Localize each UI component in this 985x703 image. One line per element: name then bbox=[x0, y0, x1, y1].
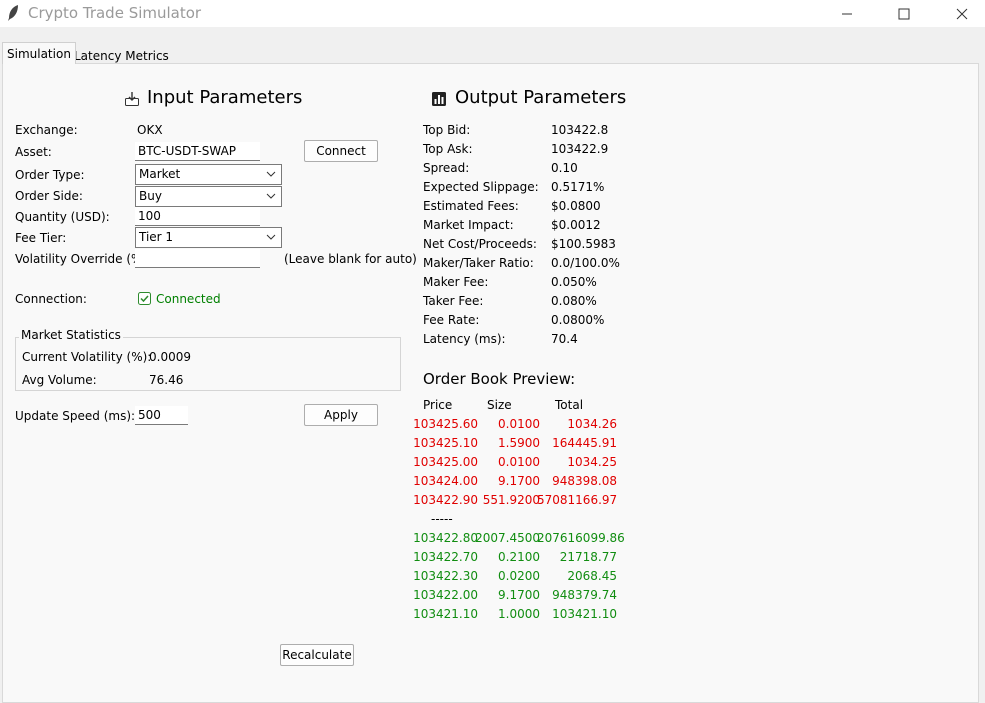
output-label: Fee Rate: bbox=[423, 313, 480, 327]
quantity-label: Quantity (USD): bbox=[15, 210, 110, 224]
chevron-down-icon bbox=[266, 171, 276, 177]
output-value: $0.0800 bbox=[551, 199, 601, 213]
check-icon bbox=[138, 292, 151, 305]
minimize-button[interactable] bbox=[818, 0, 876, 27]
asset-input[interactable]: BTC-USDT-SWAP bbox=[135, 142, 260, 161]
close-button[interactable] bbox=[933, 0, 985, 27]
order-side-label: Order Side: bbox=[15, 189, 83, 203]
output-value: 103422.9 bbox=[551, 142, 609, 156]
maximize-icon bbox=[898, 8, 910, 19]
inbox-tray-icon bbox=[125, 92, 139, 106]
title-bar: Crypto Trade Simulator bbox=[0, 0, 985, 27]
order-type-value: Market bbox=[139, 167, 181, 181]
exchange-value: OKX bbox=[137, 123, 163, 137]
window-title: Crypto Trade Simulator bbox=[28, 4, 202, 22]
order-book-size: 0.0100 bbox=[498, 455, 540, 469]
order-book-total: 1034.25 bbox=[567, 455, 617, 469]
order-book-total-header: Total bbox=[555, 398, 584, 412]
feather-icon bbox=[8, 5, 18, 21]
order-book-size: 9.1700 bbox=[498, 588, 540, 602]
order-book-total: 948398.08 bbox=[552, 474, 617, 488]
output-label: Expected Slippage: bbox=[423, 180, 539, 194]
order-book-total: 2068.45 bbox=[567, 569, 617, 583]
connection-status: Connected bbox=[156, 292, 221, 306]
order-book-size: 1.5900 bbox=[498, 436, 540, 450]
tab-bar: Simulation Latency Metrics bbox=[0, 38, 985, 64]
fee-tier-label: Fee Tier: bbox=[15, 231, 67, 245]
output-value: 0.10 bbox=[551, 161, 578, 175]
output-value: 0.5171% bbox=[551, 180, 605, 194]
output-value: 0.0/100.0% bbox=[551, 256, 620, 270]
order-book-price-header: Price bbox=[423, 398, 453, 412]
output-label: Taker Fee: bbox=[423, 294, 484, 308]
output-label: Spread: bbox=[423, 161, 470, 175]
output-value: 0.0800% bbox=[551, 313, 605, 327]
output-value: $100.5983 bbox=[551, 237, 616, 251]
bar-chart-icon bbox=[432, 92, 446, 106]
quantity-input[interactable]: 100 bbox=[135, 207, 260, 226]
volatility-override-input[interactable] bbox=[135, 249, 260, 268]
output-label: Maker Fee: bbox=[423, 275, 489, 289]
update-speed-label: Update Speed (ms): bbox=[15, 409, 136, 423]
output-label: Latency (ms): bbox=[423, 332, 506, 346]
recalculate-button[interactable]: Recalculate bbox=[280, 644, 354, 666]
fee-tier-select[interactable]: Tier 1 bbox=[135, 227, 282, 248]
tab-simulation[interactable]: Simulation bbox=[2, 42, 76, 64]
output-label: Top Ask: bbox=[423, 142, 473, 156]
order-book-total: 103421.10 bbox=[552, 607, 617, 621]
maximize-button[interactable] bbox=[875, 0, 933, 27]
order-type-select[interactable]: Market bbox=[135, 164, 282, 185]
input-parameters-heading: Input Parameters bbox=[147, 87, 303, 108]
connect-button[interactable]: Connect bbox=[304, 140, 378, 162]
current-volatility-label: Current Volatility (%): bbox=[22, 350, 152, 364]
order-side-value: Buy bbox=[139, 189, 162, 203]
asset-label: Asset: bbox=[15, 145, 52, 159]
order-type-label: Order Type: bbox=[15, 168, 85, 182]
connection-label: Connection: bbox=[15, 292, 87, 306]
order-side-select[interactable]: Buy bbox=[135, 186, 282, 207]
market-statistics-title: Market Statistics bbox=[19, 328, 123, 342]
minimize-icon bbox=[842, 13, 852, 14]
output-value: 0.050% bbox=[551, 275, 597, 289]
volatility-override-label: Volatility Override (%): bbox=[15, 252, 152, 266]
order-book-size: 0.0200 bbox=[498, 569, 540, 583]
output-label: Estimated Fees: bbox=[423, 199, 519, 213]
output-value: $0.0012 bbox=[551, 218, 601, 232]
apply-button[interactable]: Apply bbox=[304, 404, 378, 426]
output-value: 70.4 bbox=[551, 332, 578, 346]
output-parameters-heading: Output Parameters bbox=[455, 87, 627, 108]
order-book-total: 21718.77 bbox=[559, 550, 617, 564]
output-label: Net Cost/Proceeds: bbox=[423, 237, 537, 251]
order-book-size: 0.2100 bbox=[498, 550, 540, 564]
chevron-down-icon bbox=[266, 193, 276, 199]
volatility-hint: (Leave blank for auto) bbox=[284, 252, 417, 266]
order-book-total: 1034.26 bbox=[567, 417, 617, 431]
exchange-label: Exchange: bbox=[15, 123, 78, 137]
output-value: 0.080% bbox=[551, 294, 597, 308]
order-book-total: 207616099.86 bbox=[537, 531, 625, 545]
order-book-size: 551.9200 bbox=[482, 493, 540, 507]
close-icon bbox=[956, 8, 968, 19]
order-book-total: 164445.91 bbox=[552, 436, 617, 450]
chevron-down-icon bbox=[266, 234, 276, 240]
update-speed-input[interactable]: 500 bbox=[135, 406, 188, 425]
order-book-size: 2007.4500 bbox=[475, 531, 540, 545]
avg-volume-label: Avg Volume: bbox=[22, 373, 97, 387]
output-value: 103422.8 bbox=[551, 123, 609, 137]
order-book-size: 1.0000 bbox=[498, 607, 540, 621]
avg-volume-value: 76.46 bbox=[149, 373, 184, 387]
order-book-total: 948379.74 bbox=[552, 588, 617, 602]
fee-tier-value: Tier 1 bbox=[139, 230, 174, 244]
order-book-size: 9.1700 bbox=[498, 474, 540, 488]
output-label: Market Impact: bbox=[423, 218, 514, 232]
current-volatility-value: 0.0009 bbox=[149, 350, 191, 364]
order-book-size: 0.0100 bbox=[498, 417, 540, 431]
order-book-total: 57081166.97 bbox=[537, 493, 618, 507]
order-book-separator: ----- bbox=[431, 512, 453, 526]
output-label: Top Bid: bbox=[423, 123, 471, 137]
order-book-size-header: Size bbox=[487, 398, 512, 412]
output-label: Maker/Taker Ratio: bbox=[423, 256, 534, 270]
order-book-title: Order Book Preview: bbox=[423, 370, 576, 388]
